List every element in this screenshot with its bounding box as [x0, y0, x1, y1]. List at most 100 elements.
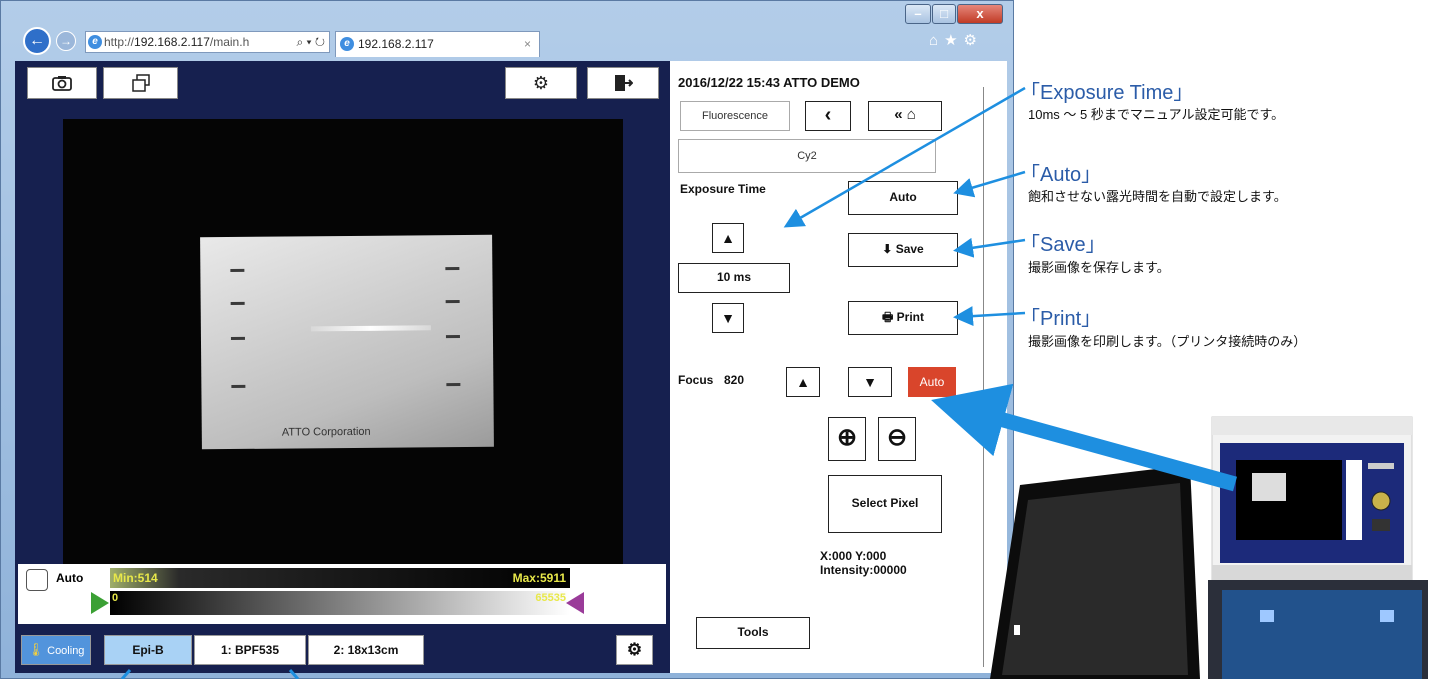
exit-door-icon — [615, 75, 634, 91]
zoom-in-icon: ⊕ — [836, 424, 858, 451]
focus-up-button[interactable]: ▲ — [786, 367, 820, 397]
demo-label: ATTO DEMO — [783, 75, 860, 90]
zoom-out-icon: ⊖ — [886, 424, 908, 451]
gallery-button[interactable] — [103, 67, 178, 99]
pixel-coords: X:000 Y:000 — [820, 549, 887, 563]
max-slider-handle[interactable] — [566, 592, 584, 614]
annotation-auto-desc: 飽和させない露光時間を自動で設定します。 — [1028, 189, 1287, 204]
tab-title: 192.168.2.117 — [358, 37, 434, 51]
exposure-down-button[interactable]: ▼ — [712, 303, 744, 333]
windows-icon — [131, 74, 150, 92]
cooling-label: Cooling — [47, 645, 85, 657]
exposure-value-field[interactable]: 10 ms — [678, 263, 790, 293]
double-chevron-home-icon: « ⌂ — [894, 106, 916, 123]
gel-label: ATTO Corporation — [281, 425, 371, 439]
focus-value: 820 — [724, 373, 745, 387]
thermometer-icon: 🌡 — [27, 642, 45, 657]
epi-b-button[interactable]: Epi-B — [104, 635, 192, 665]
datetime: 2016/12/22 15:43 — [678, 75, 780, 90]
chevron-up-icon: ▲ — [721, 230, 735, 246]
maximize-button[interactable]: □ — [932, 4, 956, 24]
minimize-button[interactable]: – — [905, 4, 931, 24]
mode-button[interactable]: Fluorescence — [680, 101, 790, 131]
print-label: Print — [896, 310, 924, 324]
pixel-intensity: Intensity:00000 — [820, 563, 907, 577]
settings-gear-icon: ⚙ — [532, 73, 550, 93]
camera-icon — [52, 76, 72, 91]
browser-titlebar: – □ x ← → e http://192.168.2.117/main.h … — [1, 1, 1013, 61]
min-max-bar: Min:514 Max:5911 — [110, 568, 570, 588]
contrast-gradient-bar[interactable]: 0 65535 — [110, 591, 570, 615]
exit-button[interactable] — [587, 67, 659, 99]
filter-button[interactable]: 1: BPF535 — [194, 635, 306, 665]
tab-close-icon[interactable]: × — [524, 32, 531, 56]
range-max: 65535 — [535, 592, 566, 604]
annotation-print-desc: 撮影画像を印刷します。（プリンタ接続時のみ） — [1028, 334, 1307, 349]
annotation-print-title: 「Print」 — [1020, 308, 1102, 330]
tab-ie-icon: e — [340, 37, 354, 51]
printer-icon: 🖶 — [881, 310, 894, 324]
min-value: Min:514 — [113, 571, 158, 585]
cooling-button[interactable]: 🌡 Cooling — [21, 635, 91, 665]
save-label: Save — [895, 242, 924, 256]
tools-button[interactable]: Tools — [696, 617, 810, 649]
close-button[interactable]: x — [957, 4, 1003, 24]
zoom-out-button[interactable]: ⊖ — [878, 417, 916, 461]
back-button[interactable]: ← — [23, 27, 51, 55]
auto-checkbox[interactable] — [26, 569, 48, 591]
exposure-auto-button[interactable]: Auto — [848, 181, 958, 215]
max-value: Max:5911 — [512, 571, 566, 585]
annotation-exposure-desc: 10ms ～ 5 秒までマニュアル設定可能です。 — [1028, 107, 1285, 122]
save-button[interactable]: ⬇ Save — [848, 233, 958, 267]
min-slider-handle[interactable] — [91, 592, 109, 614]
size-button[interactable]: 2: 18x13cm — [308, 635, 424, 665]
imager-device-photo — [990, 416, 1428, 679]
url-suffix: /main.h — [209, 35, 250, 49]
histogram-controls: Auto Min:514 Max:5911 0 65535 — [18, 564, 666, 624]
control-panel: 2016/12/22 15:43 ATTO DEMO Fluorescence … — [670, 61, 1007, 673]
gear-icon[interactable]: ⚙ — [964, 32, 983, 49]
ie-icon: e — [88, 35, 102, 49]
range-min: 0 — [112, 592, 119, 604]
focus-auto-button[interactable]: Auto — [908, 367, 956, 397]
focus-label: Focus — [678, 373, 714, 387]
annotation-save-title: 「Save」 — [1020, 234, 1106, 256]
fluorescent-band — [310, 325, 431, 332]
exposure-label: Exposure Time — [680, 182, 766, 196]
app-content: ⚙ ATTO Corporation Auto Min:514 Max:5911… — [15, 61, 1007, 673]
channel-field[interactable]: Cy2 — [678, 139, 936, 173]
select-pixel-button[interactable]: Select Pixel — [828, 475, 942, 533]
exposure-up-button[interactable]: ▲ — [712, 223, 744, 253]
browser-tab[interactable]: e 192.168.2.117 × — [335, 31, 540, 57]
url-prefix: http:// — [104, 35, 135, 49]
camera-button[interactable] — [27, 67, 97, 99]
annotation-exposure-title: 「Exposure Time」 — [1020, 82, 1194, 104]
divider — [983, 87, 984, 667]
gel-sheet: ATTO Corporation — [200, 234, 494, 450]
favorites-icon[interactable]: ★ — [944, 32, 963, 49]
print-button[interactable]: 🖶 Print — [848, 301, 958, 335]
toolbar-icons[interactable]: ⌂★⚙ — [929, 31, 983, 49]
focus-chevron-up-icon: ▲ — [796, 374, 810, 390]
forward-button[interactable]: → — [56, 31, 76, 51]
gears-icon: ⚙ — [626, 640, 643, 659]
home-icon[interactable]: ⌂ — [929, 32, 944, 49]
zoom-in-button[interactable]: ⊕ — [828, 417, 866, 461]
advanced-settings-button[interactable]: ⚙ — [616, 635, 653, 665]
back-nav-button[interactable]: ‹ — [805, 101, 851, 131]
download-circle-icon: ⬇ — [882, 242, 893, 256]
search-refresh-icons[interactable]: ⌕ ▾ ↻ — [293, 32, 325, 52]
browser-window: – □ x ← → e http://192.168.2.117/main.h … — [0, 0, 1014, 679]
settings-button[interactable]: ⚙ — [505, 67, 577, 99]
address-bar[interactable]: e http://192.168.2.117/main.h ⌕ ▾ ↻ — [85, 31, 330, 53]
chevron-left-icon: ‹ — [824, 104, 832, 126]
annotation-save-desc: 撮影画像を保存します。 — [1028, 260, 1170, 275]
focus-chevron-down-icon: ▼ — [863, 374, 877, 390]
home-nav-button[interactable]: « ⌂ — [868, 101, 942, 131]
focus-down-button[interactable]: ▼ — [848, 367, 892, 397]
image-viewer: ⚙ ATTO Corporation Auto Min:514 Max:5911… — [15, 61, 670, 673]
annotation-auto-title: 「Auto」 — [1020, 164, 1102, 186]
datetime-header: 2016/12/22 15:43 ATTO DEMO — [678, 75, 860, 90]
captured-image[interactable]: ATTO Corporation — [63, 119, 623, 619]
chevron-down-icon: ▼ — [721, 310, 735, 326]
